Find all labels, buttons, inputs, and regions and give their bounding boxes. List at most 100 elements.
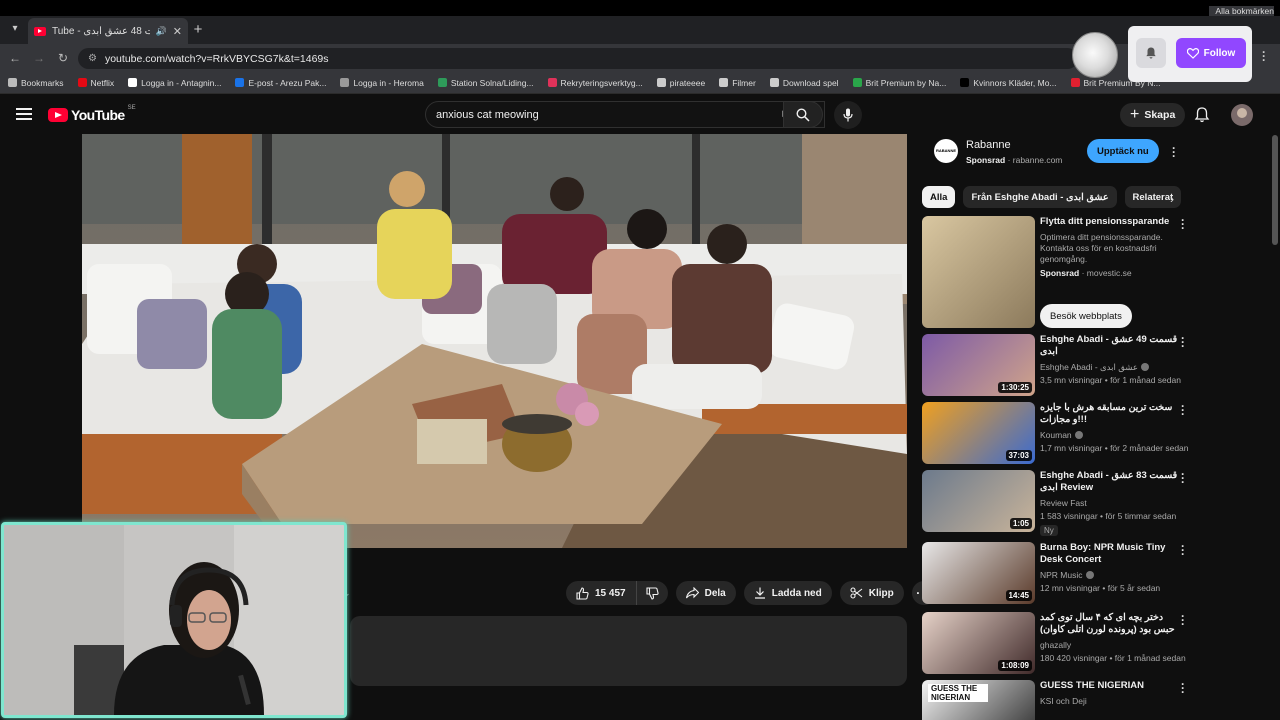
ad-domain: movestic.se [1086, 268, 1132, 278]
video-meta: 3,5 mn visningar • för 1 månad sedan [1040, 375, 1181, 385]
audio-playing-icon[interactable]: 🔊 [156, 26, 167, 37]
filter-chip[interactable]: Alla [922, 186, 956, 208]
back-button[interactable]: ← [6, 49, 24, 67]
new-tab-button[interactable]: + [190, 21, 206, 38]
search-icon [796, 107, 810, 122]
description-box[interactable] [350, 616, 907, 686]
tab-search-button[interactable]: ▾ [6, 20, 24, 38]
bookmark-item[interactable]: Station Solna/Liding... [437, 78, 534, 88]
video-title[interactable]: Flytta ditt pensionssparande [1040, 216, 1178, 228]
video-title[interactable]: GUESS THE NIGERIAN [1040, 680, 1178, 692]
bookmark-item[interactable]: Filmer [719, 78, 756, 88]
channel-avatar-image[interactable] [1072, 32, 1118, 78]
bookmark-label: Download spel [782, 77, 839, 88]
youtube-logo[interactable]: YouTube SE [48, 105, 136, 123]
bookmark-item[interactable]: pirateeee [656, 78, 705, 88]
video-thumbnail[interactable]: 37:03 [922, 402, 1035, 464]
bookmark-item[interactable]: Brit Premium by Na... [852, 78, 946, 88]
video-thumbnail[interactable]: 1:05 [922, 470, 1035, 532]
video-menu-icon[interactable]: · · · [1179, 468, 1187, 488]
bookmark-favicon-icon [547, 78, 557, 87]
video-title[interactable]: سخت ترین مسابقه هرش با جایزه و مجازات!!! [1040, 402, 1178, 426]
reload-button[interactable]: ↻ [54, 49, 72, 67]
video-player[interactable] [82, 134, 907, 548]
youtube-header: YouTube SE anxious cat meowing ⌨ ✕ + Ska… [0, 95, 1280, 135]
sponsored-label: Sponsrad [1040, 268, 1080, 278]
sponsored-ad-header[interactable]: RABANNE Rabanne Sponsrad · rabanne.com U… [922, 134, 1192, 178]
follow-button[interactable]: Follow [1176, 38, 1246, 68]
bookmark-label: Bookmarks [21, 77, 64, 88]
channel-name[interactable]: ghazally [1040, 640, 1071, 650]
channel-name-text: ghazally [1040, 640, 1072, 650]
video-actions: 15 457 Dela Ladda ned Klipp ··· [566, 581, 936, 605]
close-tab-icon[interactable]: ✕ [173, 25, 182, 38]
bookmark-item[interactable]: Rekryteringsverktyg... [547, 78, 643, 88]
video-thumbnail[interactable]: 1:30:25 [922, 334, 1035, 396]
channel-name[interactable]: Kouman [1040, 430, 1083, 440]
voice-search-button[interactable] [834, 101, 862, 129]
forward-button[interactable]: → [30, 49, 48, 67]
browser-menu-icon[interactable]: · · · [1262, 46, 1266, 66]
channel-name[interactable]: NPR Music [1040, 570, 1094, 580]
video-thumbnail[interactable] [922, 216, 1035, 328]
all-bookmarks-folder[interactable]: Alla bokmärken [1209, 6, 1274, 16]
guide-menu-icon[interactable] [16, 108, 32, 120]
chevron-right-icon[interactable]: › [1170, 192, 1174, 206]
download-button[interactable]: Ladda ned [743, 581, 832, 605]
video-title[interactable]: دختر بچه ای که ۴ سال توی کمد حبس بود (پر… [1040, 612, 1178, 636]
bookmark-favicon-icon [769, 78, 779, 87]
ad-menu-icon[interactable]: · · · [1170, 142, 1178, 162]
visit-website-button[interactable]: Besök webbplats [1040, 304, 1132, 328]
video-thumbnail[interactable]: 1:08:09 [922, 612, 1035, 674]
dislike-button[interactable] [637, 581, 668, 605]
video-menu-icon[interactable]: · · · [1179, 610, 1187, 630]
channel-name[interactable]: Review Fast [1040, 498, 1087, 508]
like-count: 15 457 [595, 587, 626, 599]
create-button[interactable]: + Skapa [1120, 103, 1186, 127]
account-avatar[interactable] [1231, 104, 1253, 126]
video-menu-icon[interactable]: · · · [1179, 400, 1187, 420]
bookmark-favicon-icon [852, 78, 862, 87]
bookmark-item[interactable]: Logga in - Antagnin... [128, 78, 221, 88]
browser-tab-active[interactable]: Tube - قسمت 48 عشق ابدی 🔊 ✕ [28, 18, 188, 44]
ad-cta-button[interactable]: Upptäck nu [1087, 139, 1159, 163]
bookmark-item[interactable]: Bookmarks [8, 78, 64, 88]
channel-name[interactable]: KSI och Deji [1040, 696, 1087, 706]
ad-domain: rabanne.com [1012, 155, 1063, 165]
share-label: Dela [704, 587, 726, 599]
page-scrollbar[interactable] [1272, 135, 1278, 245]
like-button[interactable]: 15 457 [566, 581, 637, 605]
video-thumbnail[interactable]: 14:45 [922, 542, 1035, 604]
search-input[interactable]: anxious cat meowing ⌨ ✕ [425, 101, 825, 128]
video-title[interactable]: Eshghe Abadi - قسمت 49 عشق ابدی [1040, 334, 1178, 358]
video-title[interactable]: Burna Boy: NPR Music Tiny Desk Concert [1040, 542, 1178, 566]
filter-chip[interactable]: Från Eshghe Abadi - عشق ابدی [963, 186, 1117, 208]
bookmark-item[interactable]: Logga in - Heroma [340, 78, 424, 88]
notifications-bell-icon[interactable] [1193, 106, 1211, 124]
clip-button[interactable]: Klipp [839, 581, 904, 605]
bookmark-item[interactable]: Netflix [77, 78, 114, 88]
address-url: youtube.com/watch?v=RrkVBYCSG7k&t=1469s [104, 52, 329, 65]
duration-badge: 14:45 [1005, 590, 1032, 601]
address-bar[interactable]: ⚙ youtube.com/watch?v=RrkVBYCSG7k&t=1469… [78, 48, 1078, 69]
video-title[interactable]: Eshghe Abadi - قسمت 83 عشق ابدی Review [1040, 470, 1178, 494]
bookmark-favicon-icon [719, 78, 729, 87]
new-badge: Ny [1040, 525, 1058, 536]
video-menu-icon[interactable]: · · · [1179, 678, 1187, 698]
search-button[interactable] [783, 101, 823, 128]
video-menu-icon[interactable]: · · · [1179, 332, 1187, 352]
duration-badge: 1:08:09 [998, 660, 1032, 671]
bookmark-item[interactable]: Kvinnors Kläder, Mo... [960, 78, 1057, 88]
ad-description: Optimera ditt pensionssparande. Kontakta… [1040, 232, 1163, 264]
site-info-icon[interactable]: ⚙ [88, 53, 97, 64]
channel-name[interactable]: Eshghe Abadi - عشق ابدی [1040, 362, 1149, 373]
download-icon [754, 587, 765, 599]
video-thumbnail[interactable]: GUESS THE NIGERIAN [922, 680, 1035, 720]
bookmark-item[interactable]: E-post - Arezu Pak... [235, 78, 326, 88]
video-menu-icon[interactable]: · · · [1179, 214, 1187, 234]
video-menu-icon[interactable]: · · · [1179, 540, 1187, 560]
bookmark-item[interactable]: Download spel [769, 77, 839, 88]
notification-bell-button[interactable] [1136, 38, 1166, 68]
like-dislike-group: 15 457 [566, 581, 668, 605]
share-button[interactable]: Dela [675, 581, 736, 605]
